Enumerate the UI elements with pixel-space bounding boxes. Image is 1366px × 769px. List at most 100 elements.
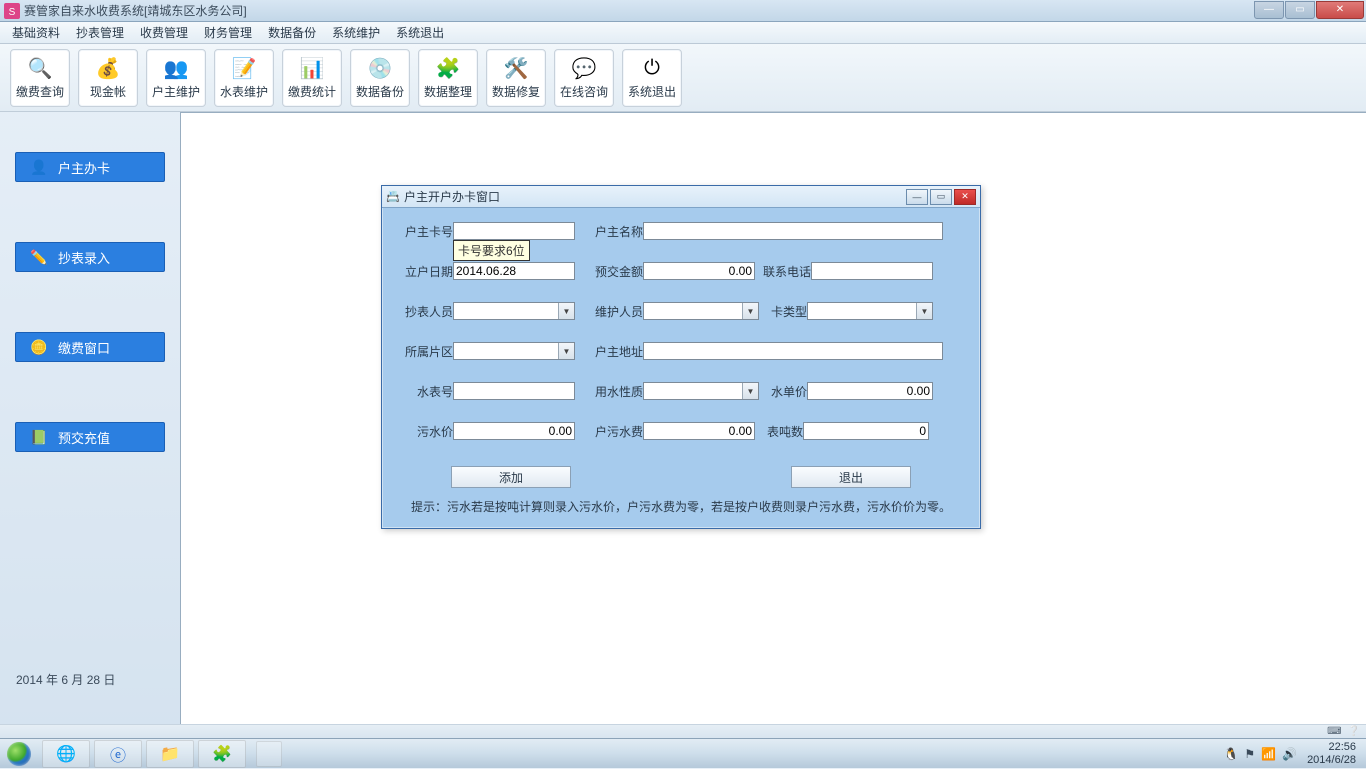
task-app-icon[interactable]: 🧩: [198, 740, 246, 768]
tool-label: 在线咨询: [560, 83, 608, 100]
tool-data-repair[interactable]: 🛠️ 数据修复: [486, 49, 546, 107]
tool-sys-exit[interactable]: ⏻系统退出: [622, 49, 682, 107]
mdi-client: 📇 户主开户办卡窗口 — ▭ ✕ 户主卡号 户主名称 卡号要求6位 立户日期: [180, 112, 1366, 738]
add-button[interactable]: 添加: [451, 466, 571, 488]
dialog-minimize-button[interactable]: —: [906, 189, 928, 205]
dialog-title: 户主开户办卡窗口: [404, 188, 906, 205]
tool-label: 户主维护: [152, 83, 200, 100]
label-water-kind: 用水性质: [591, 383, 643, 400]
input-prepay[interactable]: [643, 262, 755, 280]
select-water-kind[interactable]: ▼: [643, 382, 759, 400]
select-area[interactable]: ▼: [453, 342, 575, 360]
minimize-button[interactable]: —: [1254, 1, 1284, 19]
tray-flag-icon[interactable]: ⚑: [1244, 747, 1255, 761]
window-titlebar: S 赛管家自来水收费系统[靖城东区水务公司] — ▭ ✕: [0, 0, 1366, 22]
clock-date: 2014/6/28: [1307, 754, 1356, 766]
input-water-price[interactable]: [807, 382, 933, 400]
tray-clock[interactable]: 22:56 2014/6/28: [1303, 741, 1360, 765]
sidebar-item-prepay[interactable]: 📗预交充值: [15, 422, 165, 452]
app-icon: S: [4, 3, 20, 19]
chevron-down-icon: ▼: [742, 383, 758, 399]
sidebar-item-pay-window[interactable]: 🪙缴费窗口: [15, 332, 165, 362]
exit-button[interactable]: 退出: [791, 466, 911, 488]
search-icon: 🔍: [27, 55, 53, 81]
tool-label: 数据备份: [356, 83, 404, 100]
menu-meter-mgmt[interactable]: 抄表管理: [68, 22, 132, 43]
maximize-button[interactable]: ▭: [1285, 1, 1315, 19]
sidebar-item-owner-card[interactable]: 👤户主办卡: [15, 152, 165, 182]
input-card-no[interactable]: [453, 222, 575, 240]
sidebar-date: 2014 年 6 月 28 日: [8, 671, 115, 688]
sidebar-item-meter-entry[interactable]: ✏️ 抄表录入: [15, 242, 165, 272]
dialog-hint: 提示：污水若是按吨计算则录入污水价，户污水费为零，若是按户收费则录户污水费，污水…: [401, 492, 961, 519]
menu-fee-mgmt[interactable]: 收费管理: [132, 22, 196, 43]
menu-exit[interactable]: 系统退出: [388, 22, 452, 43]
menu-backup[interactable]: 数据备份: [260, 22, 324, 43]
sidebar: 👤户主办卡 ✏️ 抄表录入 🪙缴费窗口 📗预交充值 2014 年 6 月 28 日: [0, 112, 180, 738]
task-explorer-icon[interactable]: 📁: [146, 740, 194, 768]
menu-finance[interactable]: 财务管理: [196, 22, 260, 43]
tool-label: 数据修复: [492, 83, 540, 100]
input-sewage-price[interactable]: [453, 422, 575, 440]
label-water-price: 水单价: [763, 383, 807, 400]
label-sewage-price: 污水价: [401, 423, 453, 440]
money-icon: 💰: [95, 55, 121, 81]
ime-icon[interactable]: ⌨: [1327, 726, 1341, 737]
label-meter-no: 水表号: [401, 383, 453, 400]
chat-icon: 💬: [571, 55, 597, 81]
tray-sound-icon[interactable]: 🔊: [1282, 747, 1297, 761]
tool-data-backup[interactable]: 💿 数据备份: [350, 49, 410, 107]
input-meter-no[interactable]: [453, 382, 575, 400]
dialog-maximize-button[interactable]: ▭: [930, 189, 952, 205]
wrench-icon: 🛠️: [503, 55, 529, 81]
start-button[interactable]: [0, 739, 38, 769]
sidebar-item-label: 抄表录入: [58, 248, 110, 267]
pencil-icon: ✏️: [30, 248, 48, 266]
blocks-icon: 🧩: [435, 55, 461, 81]
close-button[interactable]: ✕: [1316, 1, 1364, 19]
tool-fee-stats[interactable]: 📊缴费统计: [282, 49, 342, 107]
system-tray: 🐧 ⚑ 📶 🔊 22:56 2014/6/28: [1217, 739, 1366, 768]
tray-network-icon[interactable]: 📶: [1261, 747, 1276, 761]
tool-fee-query[interactable]: 🔍缴费查询: [10, 49, 70, 107]
help-icon[interactable]: ❔: [1348, 726, 1360, 737]
select-maintainer[interactable]: ▼: [643, 302, 759, 320]
label-sewage-fee: 户污水费: [591, 423, 643, 440]
power-icon: ⏻: [639, 55, 665, 81]
select-card-type[interactable]: ▼: [807, 302, 933, 320]
task-running-app[interactable]: [256, 741, 282, 767]
tool-meter-maint[interactable]: 📝 水表维护: [214, 49, 274, 107]
input-owner-name[interactable]: [643, 222, 943, 240]
input-phone[interactable]: [811, 262, 933, 280]
dialog-titlebar[interactable]: 📇 户主开户办卡窗口 — ▭ ✕: [382, 186, 980, 208]
input-meter-ton[interactable]: [803, 422, 929, 440]
chevron-down-icon: ▼: [558, 343, 574, 359]
edit-icon: 📝: [231, 55, 257, 81]
menu-basic-data[interactable]: 基础资料: [4, 22, 68, 43]
input-open-date[interactable]: [453, 262, 575, 280]
tray-qq-icon[interactable]: 🐧: [1223, 747, 1238, 761]
tool-label: 水表维护: [220, 83, 268, 100]
label-phone: 联系电话: [759, 263, 811, 280]
dialog-close-button[interactable]: ✕: [954, 189, 976, 205]
menu-sys-maint[interactable]: 系统维护: [324, 22, 388, 43]
input-address[interactable]: [643, 342, 943, 360]
task-ie-icon[interactable]: ⓔ: [94, 740, 142, 768]
disc-icon: 💿: [367, 55, 393, 81]
select-reader[interactable]: ▼: [453, 302, 575, 320]
input-sewage-fee[interactable]: [643, 422, 755, 440]
svg-text:S: S: [9, 7, 16, 18]
dialog-icon: 📇: [386, 190, 400, 204]
chevron-down-icon: ▼: [916, 303, 932, 319]
window-controls: — ▭ ✕: [1253, 1, 1364, 21]
sidebar-item-label: 缴费窗口: [58, 338, 110, 357]
tool-cash-book[interactable]: 💰现金帐: [78, 49, 138, 107]
label-reader: 抄表人员: [401, 303, 453, 320]
label-maintainer: 维护人员: [591, 303, 643, 320]
clock-time: 22:56: [1307, 741, 1356, 753]
tool-owner-maint[interactable]: 👥户主维护: [146, 49, 206, 107]
tool-online-help[interactable]: 💬 在线咨询: [554, 49, 614, 107]
tool-data-tidy[interactable]: 🧩数据整理: [418, 49, 478, 107]
task-media-icon[interactable]: 🌐: [42, 740, 90, 768]
app-statusbar: ⌨ ❔: [0, 724, 1366, 738]
